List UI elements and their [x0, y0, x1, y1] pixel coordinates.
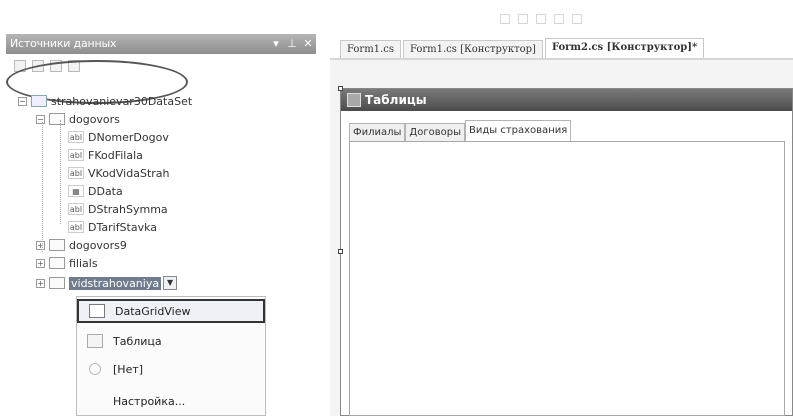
- table-label: dogovors9: [69, 238, 127, 252]
- tab-form1-code[interactable]: Form1.cs: [340, 40, 401, 58]
- collapse-icon[interactable]: −: [18, 96, 27, 106]
- none-icon: [89, 363, 101, 375]
- menu-item-label: DataGridView: [115, 304, 191, 318]
- table-icon: [49, 277, 65, 289]
- field-label: DData: [88, 184, 123, 198]
- expand-icon[interactable]: +: [36, 240, 45, 250]
- close-icon[interactable]: ✕: [300, 34, 316, 54]
- tab-form2-designer[interactable]: Form2.cs [Конструктор]*: [544, 38, 705, 58]
- tree-item-field[interactable]: abl DNomerDogov: [68, 128, 169, 146]
- form-title-bar[interactable]: Таблицы: [341, 89, 792, 111]
- configure-icon[interactable]: [50, 60, 62, 72]
- field-label: DTarifStavka: [88, 220, 158, 234]
- tree-item-vidstrahovaniya[interactable]: + vidstrahovaniya ▼: [36, 274, 178, 292]
- table-label: vidstrahovaniya: [69, 276, 162, 290]
- align-icon[interactable]: [518, 14, 528, 24]
- text-field-icon: abl: [68, 131, 84, 143]
- tab-form1-designer[interactable]: Form1.cs [Конструктор]: [402, 40, 543, 58]
- designer-toolbar: [500, 10, 793, 28]
- document-tabs: Form1.cs Form1.cs [Конструктор] Form2.cs…: [340, 38, 706, 58]
- menu-item-label: Настройка...: [113, 394, 186, 408]
- menu-item-datagridview[interactable]: DataGridView: [77, 299, 265, 323]
- data-sources-panel: Источники данных ▾ ⊥ ✕ − strahovanievar3…: [6, 34, 316, 416]
- align-icon[interactable]: [572, 14, 582, 24]
- collapse-icon[interactable]: −: [36, 114, 45, 124]
- tree-item-field[interactable]: abl DTarifStavka: [68, 218, 157, 236]
- tab-page[interactable]: [349, 141, 785, 416]
- tab-filials[interactable]: Филиалы: [349, 123, 406, 141]
- form-title: Таблицы: [365, 93, 427, 107]
- datagridview-icon: [89, 304, 105, 318]
- menu-item-label: Таблица: [113, 334, 162, 348]
- text-field-icon: abl: [68, 221, 84, 233]
- tree-item-field[interactable]: abl VKodVidaStrah: [68, 164, 170, 182]
- field-label: VKodVidaStrah: [88, 166, 170, 180]
- tree-item-field[interactable]: ▦ DData: [68, 182, 123, 200]
- table-label: dogovors: [69, 112, 120, 126]
- tree-guide: [42, 122, 43, 252]
- refresh-icon[interactable]: [68, 60, 80, 72]
- field-label: DNomerDogov: [88, 130, 169, 144]
- form-icon: [347, 93, 361, 107]
- text-field-icon: abl: [68, 203, 84, 215]
- menu-item-table[interactable]: Таблица: [77, 329, 265, 353]
- dataset-label: strahovanievar30DataSet: [51, 94, 193, 108]
- panel-dropdown-icon[interactable]: ▾: [268, 34, 284, 54]
- table-label: filials: [69, 256, 98, 270]
- menu-item-customize[interactable]: Настройка...: [77, 389, 265, 413]
- edit-dataset-icon[interactable]: [32, 60, 44, 72]
- text-field-icon: abl: [68, 167, 84, 179]
- resize-handle[interactable]: [338, 86, 343, 91]
- menu-item-none[interactable]: [Нет]: [77, 357, 265, 381]
- form-window[interactable]: Таблицы Филиалы Договоры Виды страховани…: [338, 86, 793, 416]
- tree-item-dataset[interactable]: − strahovanievar30DataSet: [18, 92, 192, 110]
- panel-title-bar: Источники данных ▾ ⊥ ✕: [6, 34, 316, 54]
- align-icon[interactable]: [536, 14, 546, 24]
- tree-item-dogovors9[interactable]: + dogovors9: [36, 236, 127, 254]
- tab-vidy-strahovaniya[interactable]: Виды страхования: [464, 120, 572, 141]
- tab-dogovors[interactable]: Договоры: [405, 123, 465, 141]
- expand-icon[interactable]: +: [36, 258, 45, 268]
- resize-handle[interactable]: [338, 249, 343, 254]
- pin-icon[interactable]: ⊥: [284, 34, 300, 54]
- tab-control: Филиалы Договоры Виды страхования: [349, 119, 572, 141]
- field-label: DStrahSymma: [88, 202, 168, 216]
- tree-item-filials[interactable]: + filials: [36, 254, 98, 272]
- context-menu: DataGridView Таблица [Нет] Настройка...: [76, 296, 266, 416]
- align-icon[interactable]: [500, 14, 510, 24]
- field-label: FKodFilala: [88, 148, 143, 162]
- tree-item-field[interactable]: abl DStrahSymma: [68, 200, 168, 218]
- panel-toolbar: [14, 58, 80, 74]
- tree-item-field[interactable]: abl FKodFilala: [68, 146, 143, 164]
- table-icon: [87, 334, 103, 348]
- tree-guide: [60, 120, 61, 224]
- align-icon[interactable]: [554, 14, 564, 24]
- date-field-icon: ▦: [68, 185, 84, 197]
- text-field-icon: abl: [68, 149, 84, 161]
- panel-title: Источники данных: [10, 37, 117, 50]
- add-datasource-icon[interactable]: [14, 60, 26, 72]
- table-icon: [49, 239, 65, 251]
- tree-item-dogovors[interactable]: − dogovors: [36, 110, 120, 128]
- table-icon: [49, 257, 65, 269]
- table-icon: [49, 113, 65, 125]
- dataset-icon: [31, 95, 47, 107]
- expand-icon[interactable]: +: [36, 278, 45, 288]
- chevron-down-icon[interactable]: ▼: [163, 276, 178, 290]
- menu-item-label: [Нет]: [113, 362, 144, 376]
